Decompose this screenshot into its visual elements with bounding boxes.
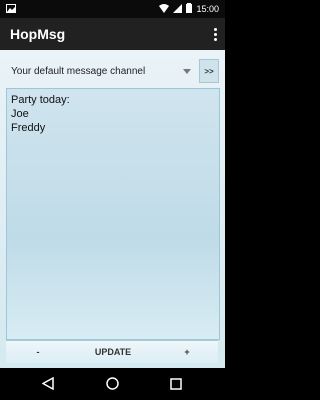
- message-text: Party today: Joe Freddy: [11, 94, 70, 134]
- back-icon[interactable]: [41, 376, 54, 395]
- main-content: Your default message channel >> Party to…: [0, 50, 225, 368]
- update-button[interactable]: UPDATE: [70, 341, 156, 363]
- app-title: HopMsg: [10, 26, 66, 42]
- clock-time: 15:00: [196, 4, 219, 14]
- overflow-menu-icon[interactable]: [209, 24, 221, 44]
- dropdown-caret-icon: [183, 69, 191, 74]
- home-icon[interactable]: [106, 377, 119, 395]
- app-bar: HopMsg: [0, 18, 225, 50]
- navigation-bar: [0, 368, 225, 400]
- signal-icon: [173, 3, 183, 15]
- increment-button[interactable]: +: [156, 341, 218, 363]
- status-bar: 15:00: [0, 0, 225, 18]
- decrement-button[interactable]: -: [6, 341, 70, 363]
- notification-icon: [6, 4, 16, 13]
- message-textarea[interactable]: Party today: Joe Freddy: [6, 88, 220, 340]
- go-button[interactable]: >>: [199, 59, 219, 83]
- action-bar: - UPDATE +: [6, 340, 218, 363]
- channel-selected: Your default message channel: [11, 66, 146, 77]
- wifi-icon: [159, 3, 170, 15]
- recents-icon[interactable]: [170, 377, 182, 395]
- battery-icon: [186, 3, 193, 15]
- channel-dropdown[interactable]: Your default message channel: [6, 60, 196, 84]
